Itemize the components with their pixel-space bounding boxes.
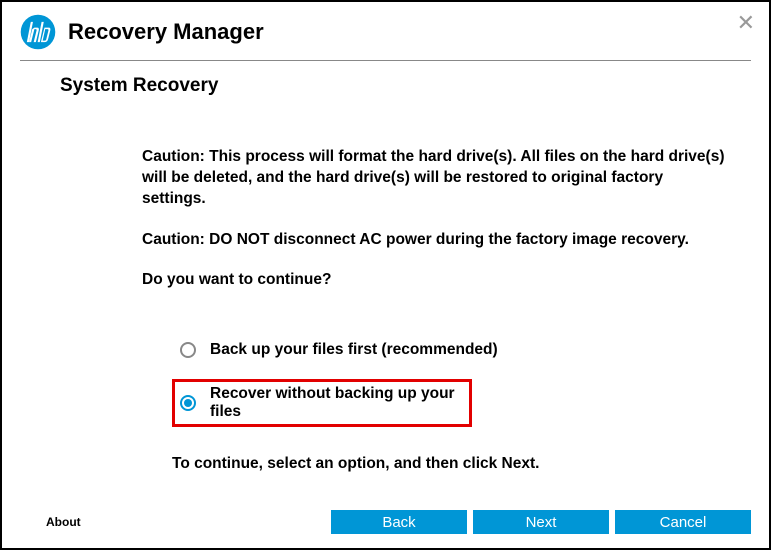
- caution-text-2: Caution: DO NOT disconnect AC power duri…: [142, 230, 729, 251]
- close-icon[interactable]: ✕: [737, 12, 755, 34]
- next-button[interactable]: Next: [473, 510, 609, 534]
- app-title: Recovery Manager: [68, 19, 264, 45]
- cancel-button[interactable]: Cancel: [615, 510, 751, 534]
- page-subtitle: System Recovery: [2, 61, 769, 97]
- about-link[interactable]: About: [46, 515, 81, 529]
- option-label: Back up your files first (recommended): [210, 341, 498, 359]
- footer: About Back Next Cancel: [2, 510, 769, 534]
- instruction-text: To continue, select an option, and then …: [172, 455, 729, 473]
- main-content: Caution: This process will format the ha…: [2, 97, 769, 473]
- option-recover-without-backup[interactable]: Recover without backing up your files: [172, 379, 472, 427]
- hp-logo-icon: [20, 14, 56, 50]
- header: Recovery Manager ✕: [2, 2, 769, 60]
- radio-unselected-icon: [180, 342, 196, 358]
- option-backup-first[interactable]: Back up your files first (recommended): [172, 335, 729, 365]
- continue-question: Do you want to continue?: [142, 271, 729, 289]
- option-label: Recover without backing up your files: [210, 385, 464, 421]
- caution-text-1: Caution: This process will format the ha…: [142, 147, 729, 210]
- back-button[interactable]: Back: [331, 510, 467, 534]
- footer-buttons: Back Next Cancel: [331, 510, 751, 534]
- recovery-options-group: Back up your files first (recommended) R…: [172, 335, 729, 427]
- radio-selected-icon: [180, 395, 196, 411]
